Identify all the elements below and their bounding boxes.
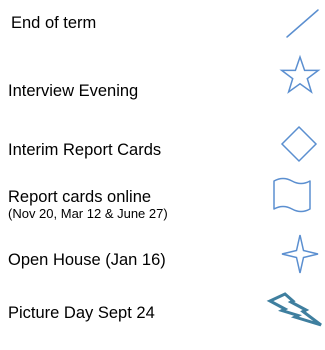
diamond-icon: [265, 123, 321, 173]
legend-label: Report cards online: [8, 188, 152, 206]
legend-label: Interview Evening: [8, 82, 139, 100]
diagonal-line-icon: [265, 0, 321, 50]
legend-sublabel: (Nov 20, Mar 12 & June 27): [8, 206, 168, 221]
lightning-bolt-icon: [265, 287, 322, 337]
legend-label: End of term: [11, 14, 97, 32]
five-point-star-icon: [265, 54, 321, 105]
four-point-star-icon: [265, 232, 321, 282]
flag-wave-icon: [265, 176, 321, 226]
legend-label: Interim Report Cards: [8, 141, 162, 159]
legend-label: Picture Day Sept 24: [8, 304, 155, 322]
legend-label: Open House (Jan 16): [8, 251, 166, 269]
